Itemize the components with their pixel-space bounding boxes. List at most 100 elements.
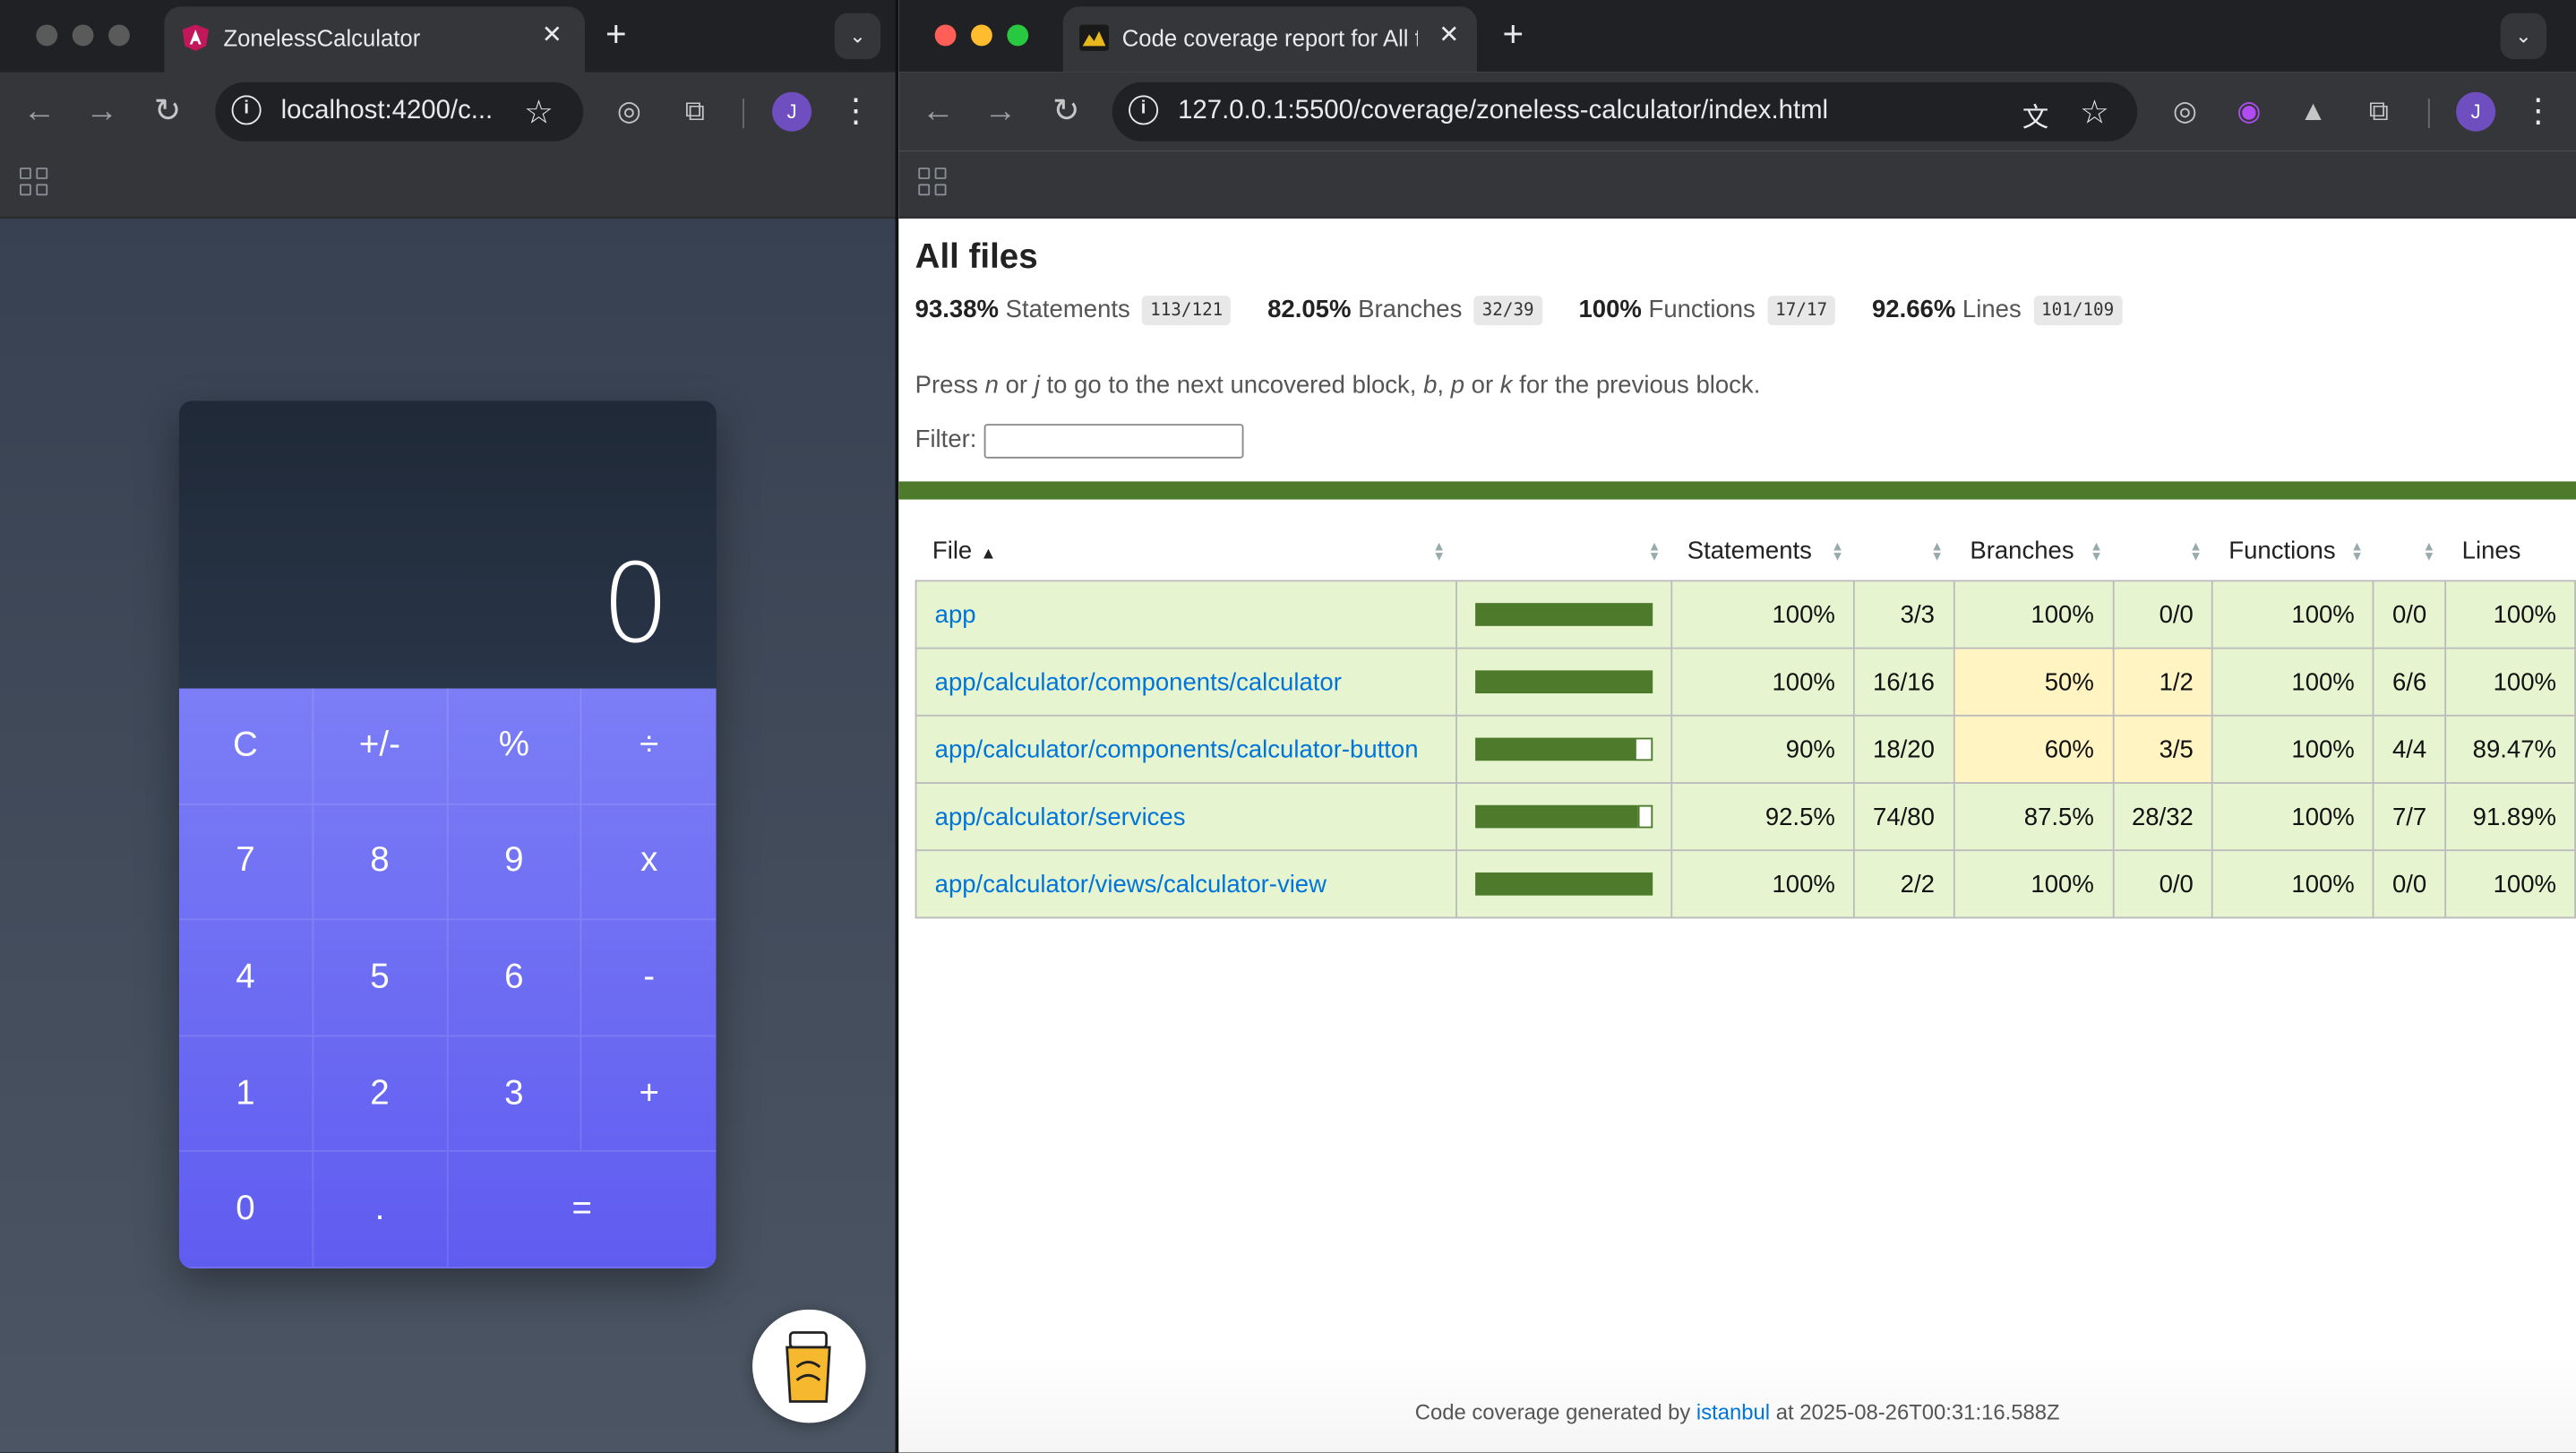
tab-search-chevron-icon[interactable]: ⌄ [2500,13,2546,60]
file-link[interactable]: app/calculator/components/calculator-but… [935,735,1419,763]
extension-angular-icon[interactable]: ▲ [2294,92,2333,132]
tab-search-chevron-icon[interactable]: ⌄ [834,13,881,60]
file-link[interactable]: app/calculator/services [935,803,1186,830]
header-branches-raw[interactable]: ▲ ▼ [2113,522,2212,580]
statements-raw: 16/16 [1853,647,1954,717]
key-decimal[interactable]: . [313,1152,448,1268]
tab-coverage-report[interactable]: Code coverage report for All f ✕ [1062,6,1477,73]
key-8[interactable]: 8 [313,804,448,921]
bookmark-star-icon[interactable]: ☆ [2080,92,2109,133]
key-3[interactable]: 3 [447,1036,582,1153]
window-minimize-dot[interactable] [72,24,94,47]
profile-avatar[interactable]: J [2456,91,2496,132]
summary-label: Lines [1962,296,2022,324]
istanbul-link[interactable]: istanbul [1696,1400,1770,1425]
close-tab-icon[interactable]: ✕ [536,20,569,53]
key-add[interactable]: + [581,1036,717,1153]
extension-devtools-icon[interactable]: ◉ [2229,92,2269,132]
functions-pct: 100% [2211,849,2374,919]
header-label: File [932,537,973,565]
translate-icon[interactable]: 文 [2022,95,2048,134]
filter-input[interactable] [983,424,1244,459]
bookmark-star-icon[interactable]: ☆ [524,92,554,133]
calculator-page: 0 C +/- % ÷ 7 8 9 x 4 5 6 - 1 2 3 + 0 . [0,218,896,1453]
forward-icon[interactable]: → [981,92,1020,132]
header-statements[interactable]: Statements ▲ ▼ [1670,522,1854,580]
header-functions-raw[interactable]: ▲ ▼ [2374,522,2445,580]
window-zoom-dot[interactable] [1007,24,1029,47]
header-file-bar[interactable]: ▲ ▼ [1455,522,1670,580]
key-divide[interactable]: ÷ [581,689,717,805]
header-lines[interactable]: Lines [2445,522,2575,580]
extensions-puzzle-icon[interactable]: ⧉ [675,92,715,132]
coverage-bar-cell [1455,714,1672,784]
site-info-icon[interactable]: i [1129,95,1159,125]
key-6[interactable]: 6 [447,920,582,1036]
address-bar[interactable]: i localhost:4200/c... ☆ [215,82,584,142]
browser-menu-icon[interactable]: ⋮ [839,92,872,132]
coverage-bar [1474,804,1653,829]
window-close-dot[interactable] [934,24,957,47]
table-row: app/calculator/views/calculator-view 100… [914,849,2576,919]
key-9[interactable]: 9 [447,804,582,921]
lines-pct: 100% [2444,647,2576,717]
statements-raw: 74/80 [1853,782,1954,852]
key-percent[interactable]: % [447,688,582,805]
key-2[interactable]: 2 [313,1036,448,1153]
extension-target-icon[interactable]: ◎ [609,92,648,132]
new-tab-icon[interactable]: + [1493,15,1533,56]
sort-icon: ▲ ▼ [2350,538,2364,564]
buy-me-a-beer-button[interactable] [752,1309,866,1423]
header-functions[interactable]: Functions ▲ ▼ [2212,522,2374,580]
window-close-dot[interactable] [36,24,58,47]
address-bar[interactable]: i 127.0.0.1:5500/coverage/zoneless-calcu… [1112,82,2138,142]
bookmarks-bar [0,150,896,219]
key-7[interactable]: 7 [178,804,313,921]
hint-text: for the previous block. [1512,371,1761,400]
header-branches[interactable]: Branches ▲ ▼ [1953,522,2113,580]
summary-pct: 100% [1578,296,1642,324]
tab-strip: Code coverage report for All f ✕ + ⌄ [898,0,2576,73]
functions-raw: 7/7 [2372,782,2447,852]
tab-zoneless-calculator[interactable]: ZonelessCalculator ✕ [164,6,585,73]
key-5[interactable]: 5 [313,920,448,1036]
key-0[interactable]: 0 [178,1152,313,1268]
forward-icon[interactable]: → [82,92,122,132]
key-equals[interactable]: = [447,1152,717,1268]
statements-pct: 100% [1670,849,1855,919]
close-tab-icon[interactable]: ✕ [1432,20,1465,53]
apps-grid-icon[interactable] [20,168,53,201]
extensions-puzzle-icon[interactable]: ⧉ [2359,92,2399,132]
file-link[interactable]: app/calculator/components/calculator [935,668,1342,696]
hint-key: b [1423,371,1438,400]
summary-fraction: 113/121 [1141,296,1232,326]
back-icon[interactable]: ← [918,92,957,132]
reload-icon[interactable]: ↻ [1046,92,1086,132]
window-zoom-dot[interactable] [108,24,130,47]
site-info-icon[interactable]: i [231,95,262,125]
new-tab-icon[interactable]: + [597,15,636,56]
key-subtract[interactable]: - [581,920,717,1036]
browser-menu-icon[interactable]: ⋮ [2521,92,2555,132]
keyboard-hint: Press n or j to go to the next uncovered… [915,372,1761,400]
apps-grid-icon[interactable] [918,168,951,201]
back-icon[interactable]: ← [20,92,59,132]
key-1[interactable]: 1 [178,1036,313,1153]
header-statements-raw[interactable]: ▲ ▼ [1854,522,1953,580]
file-link[interactable]: app/calculator/views/calculator-view [935,870,1327,898]
file-cell: app/calculator/views/calculator-view [914,849,1457,919]
key-clear[interactable]: C [178,688,313,805]
sort-icon: ▲ ▼ [2422,538,2436,564]
summary-branches: 82.05% Branches 32/39 [1267,296,1542,326]
header-file[interactable]: File ▲ ▲ ▼ [916,522,1456,580]
profile-avatar[interactable]: J [772,91,812,132]
file-cell: app/calculator/components/calculator [914,647,1457,717]
key-multiply[interactable]: x [581,804,717,921]
tab-title: Code coverage report for All f [1121,24,1418,51]
file-link[interactable]: app [935,600,976,628]
extension-target-icon[interactable]: ◎ [2165,92,2204,132]
key-sign-toggle[interactable]: +/- [313,688,448,805]
window-minimize-dot[interactable] [971,24,992,47]
reload-icon[interactable]: ↻ [148,92,187,132]
key-4[interactable]: 4 [178,920,313,1036]
